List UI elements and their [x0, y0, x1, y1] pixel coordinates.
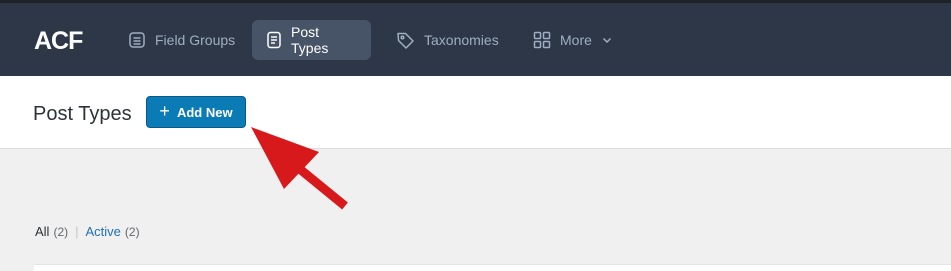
nav-item-taxonomies[interactable]: Taxonomies: [382, 20, 513, 60]
post-types-icon: [266, 31, 282, 49]
nav-item-label: More: [560, 32, 592, 48]
nav-item-field-groups[interactable]: Field Groups: [114, 20, 249, 60]
status-filters: All (2) | Active (2): [35, 224, 140, 239]
page-title: Post Types: [33, 103, 132, 125]
annotation-arrow-icon: [251, 127, 348, 210]
add-new-label: Add New: [176, 104, 233, 120]
page-header: Post Types + Add New: [0, 76, 951, 149]
nav-item-more[interactable]: More: [519, 20, 627, 60]
filter-all-count: (2): [53, 224, 69, 239]
acf-logo[interactable]: ACF: [34, 29, 83, 54]
filter-separator: |: [75, 224, 79, 239]
acf-navbar: ACF Field Groups Post Types Taxonomies M…: [0, 3, 951, 76]
nav-item-post-types[interactable]: Post Types: [252, 20, 371, 60]
chevron-down-icon: [601, 34, 613, 46]
nav-item-label: Post Types: [291, 24, 329, 56]
filter-all-label[interactable]: All: [35, 224, 49, 239]
add-new-button[interactable]: + Add New: [146, 96, 246, 128]
plus-icon: +: [159, 101, 170, 121]
filter-active-link[interactable]: Active: [86, 224, 121, 239]
filter-active-count: (2): [124, 224, 140, 239]
tag-icon: [396, 31, 415, 50]
grid-icon: [533, 31, 551, 49]
nav-item-label: Taxonomies: [424, 32, 499, 48]
nav-item-label: Field Groups: [155, 32, 236, 48]
field-groups-icon: [128, 31, 146, 49]
